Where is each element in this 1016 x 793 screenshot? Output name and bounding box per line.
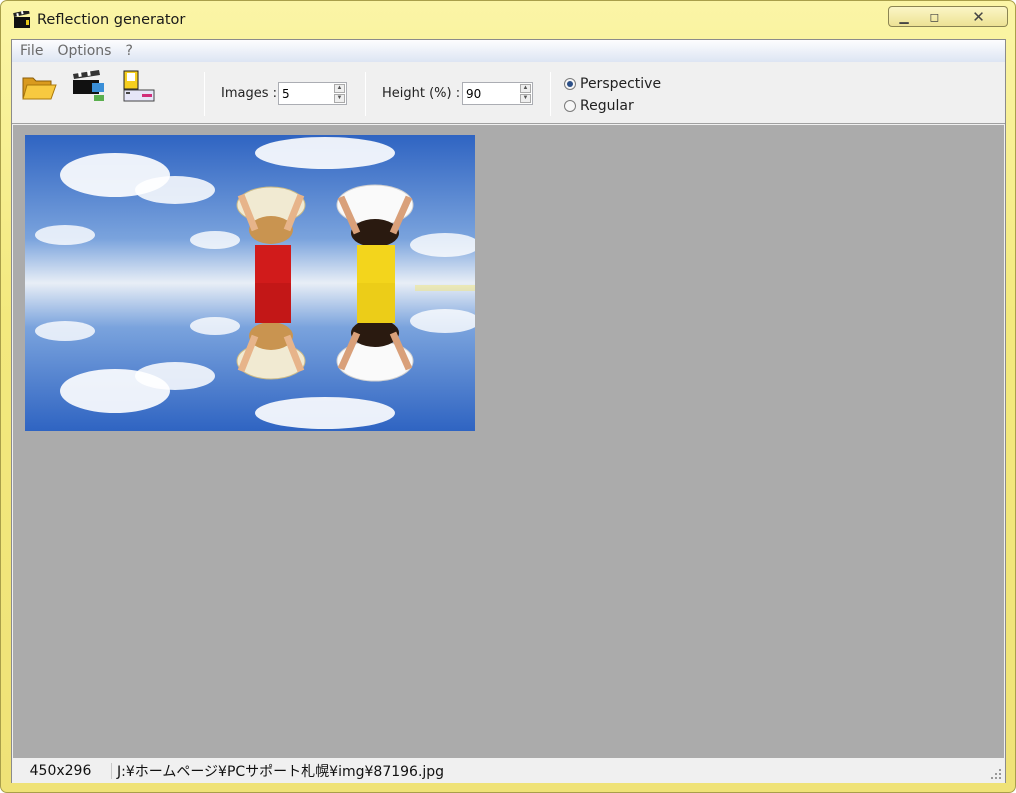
app-window: Reflection generator ▁ ◻ ✕ File Options …: [0, 0, 1016, 793]
client-area: File Options ? Images: 5 ▲ ▼ Height (%)…: [11, 39, 1006, 783]
menu-help[interactable]: ?: [125, 43, 132, 59]
radio-regular-label: Regular: [580, 98, 634, 114]
reflect-icon[interactable]: [70, 68, 108, 104]
reflection-preview-image: [25, 135, 475, 431]
radio-perspective[interactable]: Perspective: [564, 76, 661, 92]
open-folder-icon[interactable]: [20, 68, 58, 104]
menu-file[interactable]: File: [20, 43, 43, 59]
images-label: Images :: [221, 86, 277, 101]
title-bar[interactable]: Reflection generator ▁ ◻ ✕: [1, 1, 1015, 39]
resize-grip-icon[interactable]: [989, 767, 1003, 781]
maximize-icon: ◻: [929, 9, 940, 24]
clapperboard-icon: [13, 11, 30, 28]
minimize-button[interactable]: ▁: [888, 6, 920, 27]
height-label: Height (%) :: [382, 86, 461, 101]
radio-selected-icon[interactable]: [564, 78, 576, 90]
maximize-button[interactable]: ◻: [919, 6, 951, 27]
status-bar: 450x296 J:¥ホームページ¥PCサポート札幌¥img¥87196.jpg: [12, 759, 1005, 783]
images-spin-buttons[interactable]: ▲ ▼: [334, 84, 345, 103]
images-stepper[interactable]: ▲ ▼: [278, 82, 347, 105]
close-icon: ✕: [972, 8, 985, 26]
spin-down-icon[interactable]: ▼: [520, 94, 531, 103]
radio-unselected-icon[interactable]: [564, 100, 576, 112]
preview-canvas: [13, 125, 1004, 758]
save-icon[interactable]: [120, 68, 158, 104]
toolbar-separator: [550, 72, 551, 116]
image-dimensions: 450x296: [12, 763, 112, 779]
menu-options[interactable]: Options: [57, 43, 111, 59]
height-input[interactable]: [463, 83, 509, 104]
window-title: Reflection generator: [37, 12, 186, 28]
spin-down-icon[interactable]: ▼: [334, 94, 345, 103]
height-spin-buttons[interactable]: ▲ ▼: [520, 84, 531, 103]
toolbar-separator: [365, 72, 366, 116]
toolbar-separator: [204, 72, 205, 116]
minimize-icon: ▁: [899, 9, 909, 24]
spin-up-icon[interactable]: ▲: [334, 84, 345, 93]
toolbar: Images : ▲ ▼ Height (%) : ▲ ▼: [12, 62, 1005, 124]
image-path: J:¥ホームページ¥PCサポート札幌¥img¥87196.jpg: [117, 764, 445, 780]
radio-regular[interactable]: Regular: [564, 98, 634, 114]
height-stepper[interactable]: ▲ ▼: [462, 82, 533, 105]
spin-up-icon[interactable]: ▲: [520, 84, 531, 93]
radio-perspective-label: Perspective: [580, 76, 662, 92]
menu-bar: File Options ?: [12, 40, 1005, 62]
images-input[interactable]: [279, 83, 325, 104]
close-button[interactable]: ✕: [950, 6, 1008, 27]
